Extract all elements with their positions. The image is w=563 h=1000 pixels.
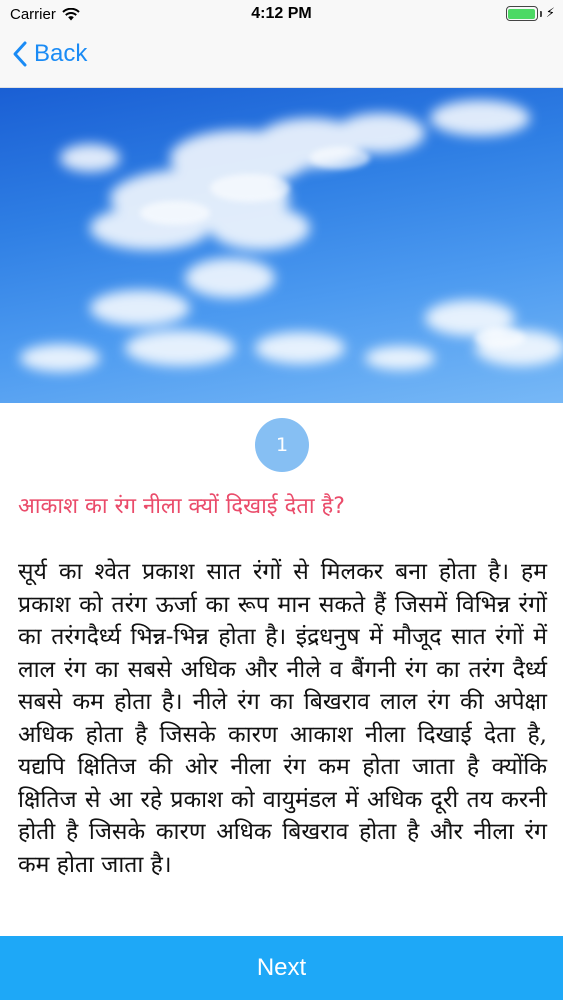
back-label: Back [34, 40, 88, 67]
chevron-left-icon [13, 41, 27, 67]
back-button[interactable]: Back [12, 40, 87, 68]
blue-sky-clouds-image [0, 88, 563, 403]
battery-cap [539, 10, 542, 17]
answer-text: सूर्य का श्वेत प्रकाश सात रंगों से मिलकर… [18, 559, 547, 878]
battery-icon [505, 6, 538, 21]
next-label: Next [256, 954, 307, 981]
status-right: ⚡ [505, 6, 555, 21]
next-button[interactable]: Next [0, 936, 563, 1000]
step-number-badge: 1 [255, 418, 309, 472]
status-time: 4:12 PM [251, 5, 312, 22]
cloud-illustration [20, 100, 563, 372]
battery-level [508, 8, 536, 19]
navigation-bar: Back [0, 30, 563, 88]
question-title: आकाश का रंग नीला क्यों दिखाई देता है? [18, 494, 345, 519]
charging-bolt-icon: ⚡ [545, 6, 555, 21]
status-bar: Carrier 4:12 PM ⚡ [0, 0, 563, 30]
